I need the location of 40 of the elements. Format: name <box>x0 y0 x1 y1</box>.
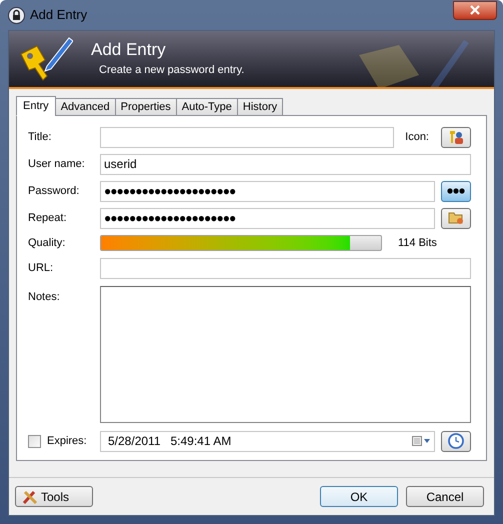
dots-icon <box>447 188 465 194</box>
tab[interactable]: Entry <box>16 96 56 116</box>
show-password-button[interactable] <box>441 180 471 202</box>
field-label: Password: <box>28 184 80 199</box>
header-title: Add Entry <box>91 39 167 60</box>
tools-icon <box>22 488 38 504</box>
icon-label: Icon: <box>405 130 429 145</box>
repeat-password-field[interactable]: ●●●●●●●●●●●●●●●●●●●●● <box>100 208 435 228</box>
expires-checkbox[interactable] <box>28 434 41 448</box>
expiry-presets-button[interactable] <box>441 430 471 452</box>
tab[interactable]: Properties <box>114 98 177 116</box>
field-label: Title: <box>28 130 52 145</box>
header-subtitle: Create a new password entry. <box>99 63 244 78</box>
field-label: Quality: <box>28 236 66 251</box>
icon-picker-button[interactable] <box>441 126 471 148</box>
field-label: Notes: <box>28 290 61 304</box>
lock-icon <box>8 6 25 24</box>
field-label: URL: <box>28 261 54 276</box>
url-field[interactable] <box>100 258 471 279</box>
generate-password-button[interactable] <box>441 208 471 228</box>
cancel-button[interactable]: Cancel <box>406 486 484 507</box>
quality-reading: 114 Bits <box>398 236 437 251</box>
tab[interactable]: Auto-Type <box>176 98 238 116</box>
clock-icon <box>448 433 464 449</box>
field-label: Expires: <box>47 434 87 449</box>
field-label: Repeat: <box>28 210 68 226</box>
title-field[interactable] <box>100 126 394 148</box>
password-field[interactable]: ●●●●●●●●●●●●●●●●●●●●● <box>100 180 435 202</box>
window-title: Add Entry <box>30 6 88 24</box>
notes-field[interactable] <box>100 286 471 422</box>
ok-button[interactable]: OK <box>320 486 398 507</box>
close-button[interactable] <box>453 0 497 20</box>
tab[interactable]: Advanced <box>54 98 116 116</box>
tab[interactable]: History <box>236 98 284 116</box>
expiry-date-field[interactable]: 5/28/2011 5:49:41 AM <box>100 430 435 452</box>
close-icon <box>470 5 480 15</box>
user-name-field[interactable]: userid <box>100 154 471 174</box>
field-label: User name: <box>28 156 86 172</box>
calendar-dropdown-icon <box>412 436 430 446</box>
tools-button[interactable]: Tools <box>15 486 93 507</box>
